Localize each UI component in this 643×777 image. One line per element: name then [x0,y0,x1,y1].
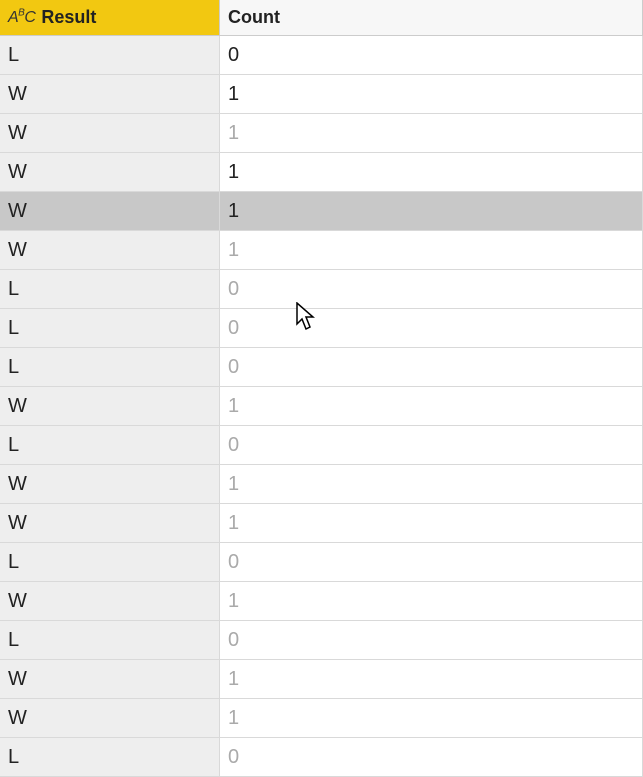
table-row[interactable]: W1 [0,153,643,192]
cell-count[interactable]: 1 [220,387,643,426]
cell-result[interactable]: L [0,348,220,387]
table-row[interactable]: W1 [0,387,643,426]
table-row[interactable]: W1 [0,75,643,114]
cell-count[interactable]: 0 [220,426,643,465]
cell-result[interactable]: W [0,465,220,504]
table-row[interactable]: W1 [0,582,643,621]
table-row[interactable]: W1 [0,114,643,153]
cell-result[interactable]: W [0,192,220,231]
cell-count[interactable]: 0 [220,621,643,660]
cell-count[interactable]: 1 [220,153,643,192]
table-row[interactable]: W1 [0,231,643,270]
cell-count[interactable]: 0 [220,348,643,387]
table-row[interactable]: L0 [0,621,643,660]
cell-count[interactable]: 0 [220,309,643,348]
cell-result[interactable]: L [0,738,220,777]
table-row[interactable]: W1 [0,660,643,699]
cell-count[interactable]: 1 [220,582,643,621]
table-row[interactable]: L0 [0,738,643,777]
table-row[interactable]: W1 [0,699,643,738]
cell-count[interactable]: 1 [220,504,643,543]
data-table: ABC Result Count L0W1W1W1W1W1L0L0L0W1L0W… [0,0,643,777]
cell-result[interactable]: W [0,231,220,270]
column-header-result[interactable]: ABC Result [0,0,220,36]
cell-count[interactable]: 1 [220,231,643,270]
cell-result[interactable]: L [0,543,220,582]
cell-result[interactable]: W [0,660,220,699]
table-row[interactable]: L0 [0,270,643,309]
table-row[interactable]: W1 [0,504,643,543]
cell-result[interactable]: L [0,309,220,348]
cell-result[interactable]: L [0,36,220,75]
cell-count[interactable]: 1 [220,75,643,114]
cell-count[interactable]: 0 [220,270,643,309]
table-row[interactable]: L0 [0,348,643,387]
column-header-count[interactable]: Count [220,0,643,36]
cell-count[interactable]: 1 [220,192,643,231]
table-header-row: ABC Result Count [0,0,643,36]
cell-count[interactable]: 0 [220,738,643,777]
cell-result[interactable]: L [0,426,220,465]
cell-result[interactable]: W [0,387,220,426]
column-header-label: Count [228,7,280,28]
cell-result[interactable]: L [0,621,220,660]
cell-result[interactable]: W [0,153,220,192]
cell-count[interactable]: 1 [220,699,643,738]
cell-count[interactable]: 1 [220,114,643,153]
cell-result[interactable]: W [0,504,220,543]
table-row[interactable]: L0 [0,309,643,348]
table-row[interactable]: L0 [0,36,643,75]
table-row[interactable]: W1 [0,465,643,504]
cell-result[interactable]: W [0,582,220,621]
table-row[interactable]: L0 [0,426,643,465]
text-type-icon: ABC [8,9,35,27]
cell-result[interactable]: W [0,75,220,114]
cell-count[interactable]: 0 [220,36,643,75]
column-header-label: Result [41,7,96,28]
cell-result[interactable]: W [0,699,220,738]
table-row[interactable]: L0 [0,543,643,582]
cell-result[interactable]: L [0,270,220,309]
cell-count[interactable]: 1 [220,660,643,699]
cell-count[interactable]: 1 [220,465,643,504]
cell-count[interactable]: 0 [220,543,643,582]
table-row[interactable]: W1 [0,192,643,231]
cell-result[interactable]: W [0,114,220,153]
